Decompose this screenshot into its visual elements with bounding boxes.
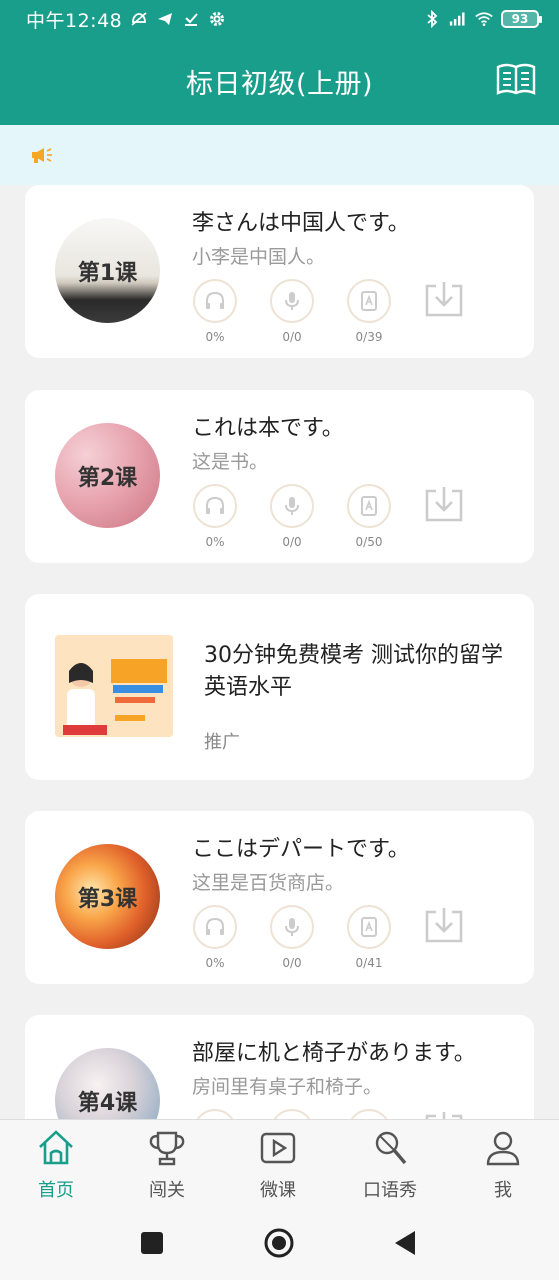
profile-icon — [486, 1131, 520, 1166]
microphone-icon — [285, 497, 299, 515]
settings-gear-icon — [208, 10, 226, 28]
video-play-icon — [260, 1132, 296, 1164]
lesson-number-label: 第4课 — [77, 1090, 138, 1116]
telegram-icon — [156, 10, 174, 28]
square-recents-icon — [141, 1232, 163, 1254]
home-icon — [39, 1130, 73, 1165]
lesson-card-1[interactable]: 第1课 李さんは中国人です。 小李是中国人。 0% 0/0 0/39 — [25, 185, 534, 358]
word-card-icon — [361, 917, 377, 937]
nav-speaking-show[interactable]: 口语秀 — [350, 1128, 430, 1202]
bottom-navigation: 首页 闯关 微课 口语秀 我 — [0, 1119, 559, 1206]
page-title: 标日初级(上册) — [185, 69, 374, 100]
lesson-card-3[interactable]: 第3课 ここはデパートです。 这里是百货商店。 0% 0/0 0/41 — [25, 811, 534, 984]
speak-progress[interactable]: 0/0 — [267, 279, 317, 344]
lesson-title-japanese: ここはデパートです。 — [192, 837, 410, 862]
lesson-number-label: 第3课 — [77, 886, 138, 912]
mute-icon — [130, 10, 148, 28]
nav-label: 口语秀 — [363, 1180, 417, 1201]
nav-label: 首页 — [38, 1180, 74, 1201]
microphone-icon — [375, 1131, 407, 1165]
headphones-icon — [206, 496, 224, 514]
vocab-progress[interactable]: 0/39 — [344, 279, 394, 344]
nav-microlesson[interactable]: 微课 — [238, 1128, 318, 1202]
app-header: 标日初级(上册) — [0, 38, 559, 125]
download-button[interactable] — [423, 905, 465, 945]
nav-label: 闯关 — [149, 1180, 185, 1201]
speak-progress-value: 0/0 — [282, 330, 302, 344]
system-navigation-bar — [0, 1206, 559, 1280]
nav-challenge[interactable]: 闯关 — [127, 1128, 207, 1202]
ad-image — [55, 635, 173, 737]
vocab-progress-value: 0/50 — [355, 535, 383, 549]
listen-progress[interactable]: 0% — [190, 484, 240, 549]
triangle-back-icon — [395, 1231, 415, 1255]
download-icon — [425, 487, 463, 522]
signal-icon — [449, 10, 467, 28]
recents-button[interactable] — [137, 1228, 167, 1258]
home-button[interactable] — [264, 1228, 294, 1258]
lesson-title-japanese: これは本です。 — [192, 416, 344, 441]
trophy-icon — [149, 1131, 185, 1166]
vocab-progress-value: 0/39 — [355, 330, 383, 344]
announcement-bar[interactable] — [0, 125, 559, 185]
bluetooth-icon — [423, 10, 441, 28]
lesson-thumbnail: 第4课 — [55, 1048, 160, 1120]
lesson-thumbnail: 第3课 — [55, 844, 160, 949]
lesson-title-chinese: 这里是百货商店。 — [192, 872, 345, 894]
download-done-icon — [182, 10, 200, 28]
listen-progress-value: 0% — [205, 330, 225, 344]
listen-progress[interactable]: 0% — [190, 905, 240, 970]
listen-progress[interactable]: 0% — [190, 279, 240, 344]
wifi-icon — [475, 10, 493, 28]
lesson-card-4[interactable]: 第4课 部屋に机と椅子があります。 房间里有桌子和椅子。 — [25, 1015, 534, 1120]
lesson-title-japanese: 李さんは中国人です。 — [192, 211, 410, 236]
listen-progress-value: 0% — [205, 956, 225, 970]
word-card-icon — [361, 291, 377, 311]
back-button[interactable] — [391, 1228, 421, 1258]
nav-home[interactable]: 首页 — [16, 1128, 96, 1202]
lesson-title-japanese: 部屋に机と椅子があります。 — [192, 1041, 476, 1066]
lesson-list[interactable]: 第1课 李さんは中国人です。 小李是中国人。 0% 0/0 0/39 第2课 こ… — [0, 185, 559, 1120]
status-time: 中午12:48 — [26, 9, 123, 32]
nav-label: 我 — [494, 1180, 512, 1201]
lesson-title-chinese: 房间里有桌子和椅子。 — [192, 1076, 383, 1098]
nav-label: 微课 — [260, 1180, 296, 1201]
speak-progress-value: 0/0 — [282, 956, 302, 970]
battery-indicator: 93 — [501, 10, 542, 28]
vocab-progress[interactable]: 0/41 — [344, 905, 394, 970]
lesson-number-label: 第1课 — [77, 260, 138, 286]
circle-home-icon — [264, 1228, 294, 1258]
book-menu-button[interactable] — [495, 62, 537, 98]
speak-progress[interactable]: 0/0 — [267, 905, 317, 970]
download-button[interactable] — [423, 279, 465, 319]
nav-profile[interactable]: 我 — [463, 1128, 543, 1202]
megaphone-icon — [32, 148, 52, 163]
speak-progress[interactable]: 0/0 — [267, 484, 317, 549]
ad-card[interactable]: 30分钟免费模考 测试你的留学英语水平 推广 — [25, 594, 534, 780]
headphones-icon — [206, 917, 224, 935]
open-book-icon — [496, 63, 536, 95]
lesson-card-2[interactable]: 第2课 これは本です。 这是书。 0% 0/0 0/50 — [25, 390, 534, 563]
lesson-thumbnail: 第2课 — [55, 423, 160, 528]
download-button[interactable] — [423, 484, 465, 524]
download-icon — [425, 908, 463, 943]
word-card-icon — [361, 496, 377, 516]
status-bar: 中午12:48 93 — [0, 0, 559, 38]
microphone-icon — [285, 292, 299, 310]
headphones-icon — [206, 291, 224, 309]
speak-progress-value: 0/0 — [282, 535, 302, 549]
lesson-title-chinese: 小李是中国人。 — [192, 246, 326, 268]
download-icon — [425, 282, 463, 317]
vocab-progress[interactable]: 0/50 — [344, 484, 394, 549]
ad-title: 30分钟免费模考 测试你的留学英语水平 — [204, 643, 503, 700]
lesson-thumbnail: 第1课 — [55, 218, 160, 323]
lesson-title-chinese: 这是书。 — [192, 451, 269, 473]
microphone-icon — [285, 918, 299, 936]
ad-sponsored-label: 推广 — [204, 732, 240, 753]
lesson-number-label: 第2课 — [77, 465, 138, 491]
listen-progress-value: 0% — [205, 535, 225, 549]
vocab-progress-value: 0/41 — [355, 956, 383, 970]
